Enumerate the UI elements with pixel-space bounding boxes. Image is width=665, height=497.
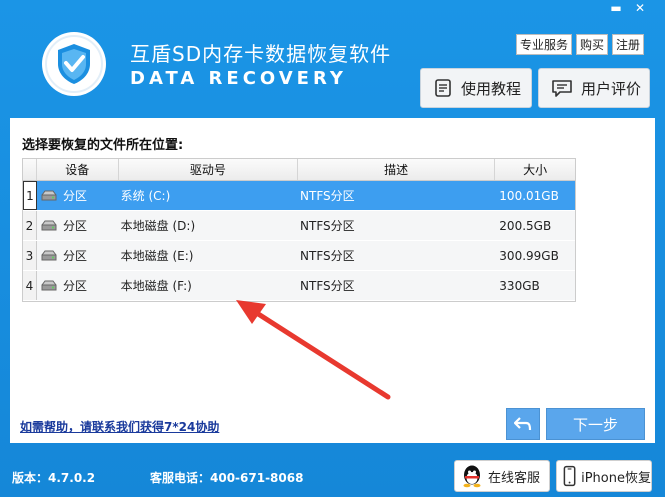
register-link[interactable]: 注册	[612, 34, 645, 55]
online-service-label: 在线客服	[488, 470, 541, 486]
iphone-recovery-button[interactable]: iPhone恢复	[556, 460, 652, 492]
back-button[interactable]	[506, 408, 540, 440]
tutorial-button[interactable]: 使用教程	[420, 68, 532, 108]
main-panel: 选择要恢复的文件所在位置: 设备 驱动号 描述 大小 1 分区 系统 (C:) …	[10, 118, 655, 443]
review-label: 用户评价	[581, 79, 642, 98]
qq-penguin-icon	[463, 465, 481, 488]
tutorial-label: 使用教程	[461, 79, 522, 98]
undo-arrow-icon	[514, 417, 532, 431]
version-label: 版本：4.7.0.2	[12, 471, 96, 485]
phone-icon	[563, 465, 576, 487]
comment-icon	[552, 80, 572, 97]
online-service-button[interactable]: 在线客服	[454, 460, 550, 492]
app-logo	[42, 32, 106, 96]
app-subtitle: DATA RECOVERY	[130, 68, 347, 89]
top-links: 专业服务 购买 注册	[516, 34, 645, 55]
document-icon	[435, 79, 451, 97]
pro-service-link[interactable]: 专业服务	[516, 34, 573, 55]
review-button[interactable]: 用户评价	[538, 68, 650, 108]
iphone-recovery-label: iPhone恢复	[581, 470, 651, 486]
close-button[interactable]: ✕	[630, 0, 650, 16]
minimize-button[interactable]: ▬	[606, 0, 626, 16]
shield-check-icon	[45, 35, 103, 93]
buy-link[interactable]: 购买	[576, 34, 609, 55]
next-button[interactable]: 下一步	[546, 408, 645, 440]
help-link[interactable]: 如需帮助，请联系我们获得7*24协助	[20, 418, 219, 435]
app-title: 互盾SD内存卡数据恢复软件	[130, 42, 392, 66]
app-window: ▬ ✕ 互盾SD内存卡数据恢复软件 DATA RECOVERY 专业服务 购买 …	[0, 0, 665, 497]
annotation-arrow-icon	[236, 300, 391, 400]
hotline-label: 客服电话：400-671-8068	[150, 471, 304, 485]
